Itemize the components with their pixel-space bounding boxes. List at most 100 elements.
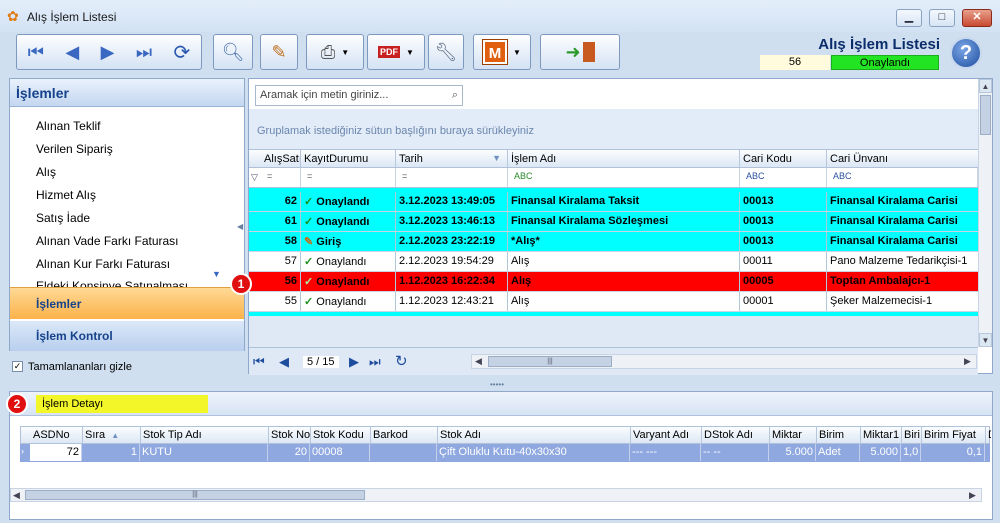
table-row[interactable]: 55 ✓ Onaylandı 1.12.2023 12:43:21 Alış 0… <box>249 292 978 312</box>
scroll-up-button[interactable]: ▲ <box>979 79 992 93</box>
dcell-barkod <box>370 444 437 461</box>
cell-code: 00013 <box>740 212 827 231</box>
pdf-save-button[interactable]: PDF ▼ <box>367 34 425 70</box>
dcell-stok-adi: Çift Oluklu Kutu-40x30x30 <box>437 444 630 461</box>
dcell-miktar: 5.000 <box>769 444 816 461</box>
help-button[interactable]: ? <box>950 37 982 69</box>
nav-item-satis-iade[interactable]: Satış İade <box>36 211 90 225</box>
dscroll-right-icon[interactable]: ▶ <box>969 490 976 501</box>
close-button[interactable]: ✕ <box>962 9 992 27</box>
dcol-birim[interactable]: Birim <box>817 427 861 444</box>
nav-item-vade-farki[interactable]: Alınan Vade Farkı Faturası <box>36 234 179 248</box>
search-input[interactable]: Aramak için metin giriniz... ⌕ <box>255 85 463 106</box>
filter-cell-kayitdurumu[interactable]: = <box>301 168 396 187</box>
filter-cell-tarih[interactable]: = <box>396 168 508 187</box>
dcol-stok-tip-adi[interactable]: Stok Tip Adı <box>141 427 269 444</box>
dcol-stok-adi[interactable]: Stok Adı <box>438 427 631 444</box>
dcol-barkod[interactable]: Barkod <box>371 427 438 444</box>
dcol-stok-kodu[interactable]: Stok Kodu <box>311 427 371 444</box>
table-row[interactable]: 62 ✓ Onaylandı 3.12.2023 13:49:05 Finans… <box>249 192 978 212</box>
dcol-asdno[interactable]: ASDNo <box>31 427 83 444</box>
dcol-miktar1[interactable]: Miktar1 <box>861 427 902 444</box>
cell-date: 1.12.2023 12:43:21 <box>396 292 508 311</box>
col-header-islem-adi[interactable]: İşlem Adı <box>508 150 740 168</box>
hide-completed-checkbox[interactable]: ✓ <box>12 361 23 372</box>
dcol-dstok-adi[interactable]: DStok Adı <box>702 427 770 444</box>
dcell-stok-no: 20 <box>268 444 310 461</box>
filter-icon[interactable]: ▽ <box>251 172 258 183</box>
collapse-arrow-icon[interactable]: ◀ <box>237 222 243 231</box>
filter-cell-cari-kodu[interactable]: ABC <box>740 168 827 187</box>
dcol-stok-no[interactable]: Stok No <box>269 427 311 444</box>
nav-item-alinan-teklif[interactable]: Alınan Teklif <box>36 119 100 133</box>
edit-button[interactable]: ✎ <box>260 34 298 70</box>
col-header-kayitdurumu[interactable]: KayıtDurumu <box>301 150 396 168</box>
splitter-grip-icon[interactable]: ••••• <box>490 380 504 389</box>
nav-item-konsinye[interactable]: Eldeki Konsinye Satınalması <box>36 279 188 287</box>
hscroll-left-icon[interactable]: ◀ <box>475 356 482 367</box>
minimize-button[interactable]: ▁ <box>896 9 922 27</box>
first-record-button[interactable]: ⏮ ◀ ▶ ⏭ ⟳ <box>16 34 202 70</box>
maximize-button[interactable]: □ <box>929 9 955 27</box>
detail-table-row[interactable]: › 72 1 KUTU 20 00008 Çift Oluklu Kutu-40… <box>20 444 990 462</box>
hscroll-thumb[interactable]: ||| <box>488 356 612 367</box>
table-row[interactable]: 57 ✓ Onaylandı 2.12.2023 19:54:29 Alış 0… <box>249 252 978 272</box>
nav-prev-icon[interactable]: ◀ <box>279 354 289 370</box>
hscroll-right-icon[interactable]: ▶ <box>964 356 971 367</box>
table-row[interactable]: 61 ✓ Onaylandı 3.12.2023 13:46:13 Finans… <box>249 212 978 232</box>
nav-refresh-icon[interactable]: ↻ <box>395 352 408 370</box>
nav-item-kur-farki[interactable]: Alınan Kur Farkı Faturası <box>36 257 170 271</box>
next-icon: ▶ <box>100 41 115 62</box>
nav-next-icon[interactable]: ▶ <box>349 354 359 370</box>
tools-button[interactable]: 🔧︎ <box>428 34 464 70</box>
dcol-miktar[interactable]: Miktar <box>770 427 817 444</box>
cell-code: 00013 <box>740 192 827 211</box>
col-header-cari-unvani[interactable]: Cari Ünvanı <box>827 150 978 168</box>
table-row-selected[interactable]: 56 ✓ Onaylandı 1.12.2023 16:22:34 Alış 0… <box>249 272 978 292</box>
m-button[interactable]: M ▼ <box>473 34 531 70</box>
dcol-birim-fiyat[interactable]: Birim Fiyat <box>922 427 986 444</box>
nav-last-icon[interactable]: ⏭ <box>369 354 381 370</box>
nav-item-hizmet-alis[interactable]: Hizmet Alış <box>36 188 96 202</box>
nav-first-icon[interactable]: ⏮ <box>253 354 265 370</box>
dcell-birim: Adet <box>816 444 860 461</box>
pdf-save-icon: PDF <box>378 46 401 58</box>
grid-vertical-scrollbar[interactable]: ▲ ▼ <box>978 79 992 347</box>
col-header-cari-kodu[interactable]: Cari Kodu <box>740 150 827 168</box>
cell-status-text: Onaylandı <box>316 276 370 288</box>
dcell-birim1: 1,0 <box>901 444 921 461</box>
scroll-down-icon[interactable]: ▼ <box>212 269 221 279</box>
group-islem-kontrol[interactable]: İşlem Kontrol <box>10 321 244 351</box>
print-button[interactable]: ⎙ ▼ <box>306 34 364 70</box>
dcol-d[interactable]: D <box>986 427 991 444</box>
cell-date: 2.12.2023 19:54:29 <box>396 252 508 271</box>
dscroll-left-icon[interactable]: ◀ <box>13 490 20 501</box>
scroll-thumb[interactable] <box>980 95 991 135</box>
cell-date: 3.12.2023 13:46:13 <box>396 212 508 231</box>
preview-button[interactable]: 🔍︎ <box>213 34 253 70</box>
dcol-varyant-adi[interactable]: Varyant Adı <box>631 427 702 444</box>
search-icon[interactable]: ⌕ <box>452 89 458 102</box>
nav-item-alis[interactable]: Alış <box>36 165 56 179</box>
grid-horizontal-scrollbar[interactable]: ◀ ||| ▶ <box>471 354 977 369</box>
scroll-down-button[interactable]: ▼ <box>979 333 992 347</box>
cell-title: Finansal Kiralama Carisi <box>830 235 958 247</box>
filter-cell-islem-adi[interactable]: ABC <box>508 168 740 187</box>
group-islemler[interactable]: İşlemler <box>10 287 244 319</box>
detail-horizontal-scrollbar[interactable]: ◀ ||| ▶ <box>10 488 982 502</box>
filter-cell-alissatis[interactable]: = <box>261 168 301 187</box>
col-header-tarih[interactable]: Tarih ▼ <box>396 150 508 168</box>
filter-cell-cari-unvani[interactable]: ABC <box>827 168 978 187</box>
dcol-birim1[interactable]: Biri <box>902 427 922 444</box>
prev-icon: ◀ <box>65 41 80 62</box>
dscroll-thumb[interactable]: ||| <box>25 490 365 500</box>
dcol-sira[interactable]: Sıra ▲ <box>83 427 141 444</box>
table-row[interactable]: 58 ✎ Giriş 2.12.2023 23:22:19 *Alış* 000… <box>249 232 978 252</box>
cell-name: Alış <box>508 272 740 291</box>
cell-date: 1.12.2023 16:22:34 <box>396 272 508 291</box>
nav-item-verilen-siparis[interactable]: Verilen Sipariş <box>36 142 113 156</box>
col-header-alissatis[interactable]: AlışSatış <box>261 150 301 168</box>
dcol-sira-label: Sıra <box>85 429 106 441</box>
exit-button[interactable]: ➜ <box>540 34 620 70</box>
callout-badge-2: 2 <box>6 393 28 415</box>
